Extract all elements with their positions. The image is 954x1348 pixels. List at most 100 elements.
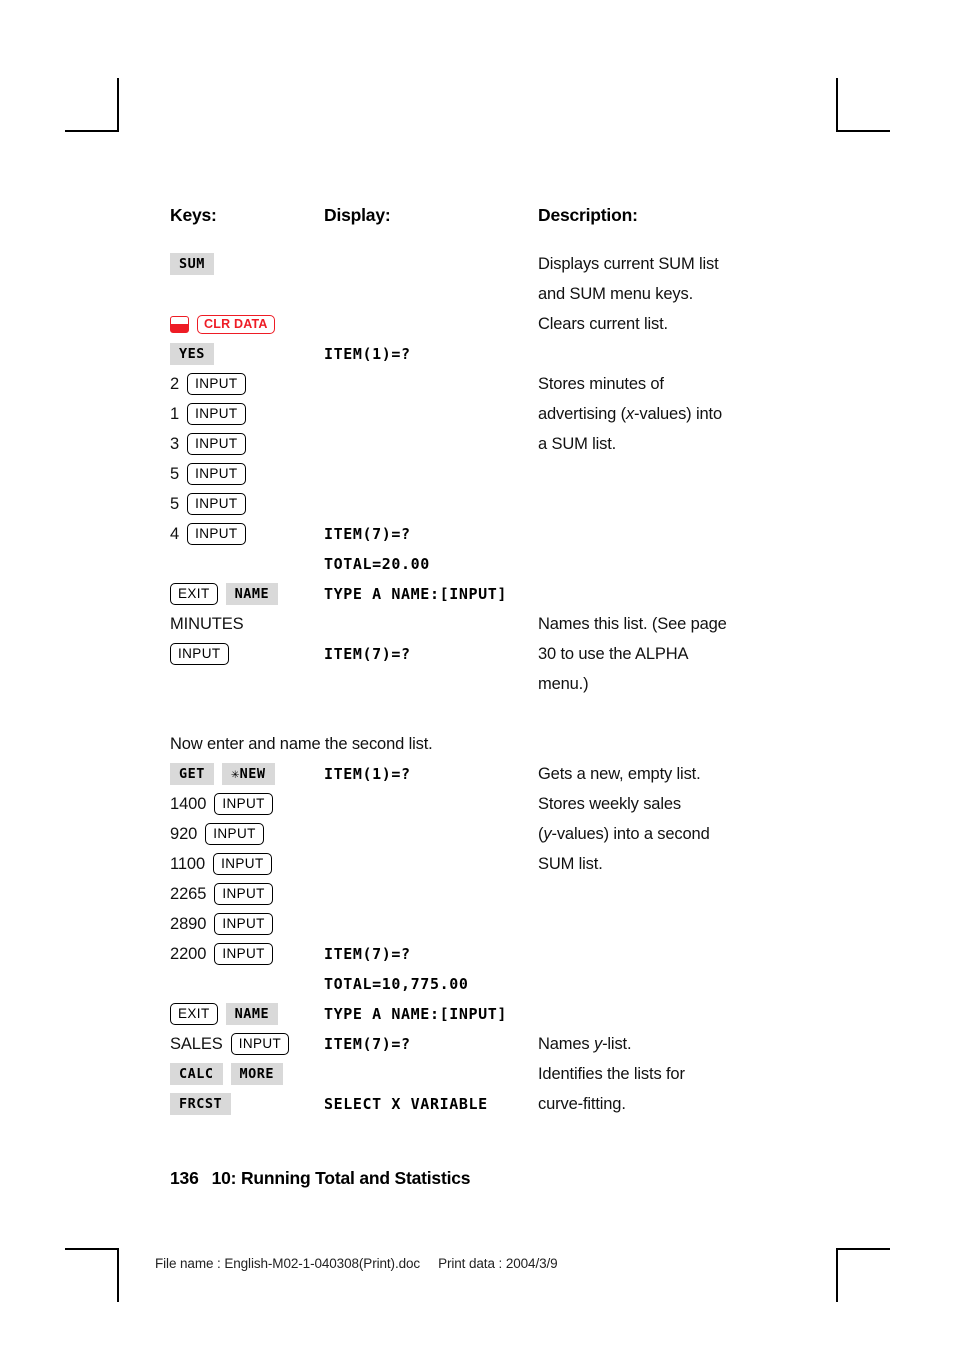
key-input[interactable]: INPUT	[187, 523, 246, 545]
key-input[interactable]: INPUT	[214, 913, 273, 935]
key-input[interactable]: INPUT	[187, 403, 246, 425]
table-row: and SUM menu keys.	[170, 279, 810, 309]
crop-mark-top-right-vertical	[836, 78, 838, 132]
key-input[interactable]: INPUT	[187, 373, 246, 395]
crop-mark-bottom-right-horizontal	[836, 1248, 890, 1250]
entry-number: 2890	[170, 914, 207, 933]
entry-number: 3	[170, 434, 180, 453]
key-sequence: SALES INPUT	[170, 1029, 320, 1059]
table-row: 1100 INPUT SUM list.	[170, 849, 810, 879]
table-row: 1400 INPUT Stores weekly sales	[170, 789, 810, 819]
table-row: 920 INPUT (y-values) into a second	[170, 819, 810, 849]
table-row: SUM Displays current SUM list	[170, 249, 810, 279]
softkey-name[interactable]: NAME	[225, 1003, 279, 1025]
display-line: ITEM(7)=?	[324, 945, 411, 963]
table-row: CALC MORE Identifies the lists for	[170, 1059, 810, 1089]
display-line: TYPE A NAME:[INPUT]	[324, 585, 507, 603]
entry-number: 4	[170, 524, 180, 543]
column-header-display: Display:	[324, 205, 391, 225]
key-sequence: GET ✳NEW	[170, 759, 320, 789]
key-input[interactable]: INPUT	[214, 793, 273, 815]
display-line: SELECT X VARIABLE	[324, 1095, 488, 1113]
shift-key-icon[interactable]	[170, 315, 189, 333]
key-sequence: 5 INPUT	[170, 489, 320, 519]
key-sequence: 2 INPUT	[170, 369, 320, 399]
typed-text-minutes: MINUTES	[170, 615, 244, 633]
key-input[interactable]: INPUT	[213, 853, 272, 875]
key-sequence: 4 INPUT	[170, 519, 320, 549]
key-input[interactable]: INPUT	[170, 643, 229, 665]
table-row: TOTAL=10,775.00	[170, 969, 810, 999]
key-exit[interactable]: EXIT	[170, 583, 218, 605]
table-row: GET ✳NEW ITEM(1)=? Gets a new, empty lis…	[170, 759, 810, 789]
key-sequence: 2200 INPUT	[170, 939, 320, 969]
print-data-label: Print data : 2004/3/9	[438, 1256, 558, 1271]
crop-mark-bottom-left-horizontal	[65, 1248, 119, 1250]
softkey-new[interactable]: ✳NEW	[222, 763, 275, 785]
entry-number: 5	[170, 464, 180, 483]
entry-number: 920	[170, 824, 198, 843]
key-sequence: CLR DATA	[170, 309, 320, 339]
softkey-more[interactable]: MORE	[230, 1063, 284, 1085]
display-line: ITEM(1)=?	[324, 765, 411, 783]
softkey-yes[interactable]: YES	[170, 343, 214, 365]
key-sequence: EXIT NAME	[170, 999, 320, 1029]
table-row: 2265 INPUT	[170, 879, 810, 909]
display-line: ITEM(7)=?	[324, 1035, 411, 1053]
display-line: TOTAL=20.00	[324, 555, 430, 573]
key-input[interactable]: INPUT	[187, 493, 246, 515]
entry-number: 5	[170, 494, 180, 513]
description-part: advertising (	[538, 405, 626, 423]
key-sequence: 2890 INPUT	[170, 909, 320, 939]
description-part: -values) into a second	[551, 825, 710, 843]
entry-number: 1100	[170, 854, 206, 873]
key-sequence: 1 INPUT	[170, 399, 320, 429]
key-input[interactable]: INPUT	[230, 1033, 290, 1055]
table-header-row: Keys: Display: Description:	[170, 205, 810, 249]
softkey-get[interactable]: GET	[170, 763, 214, 785]
key-clr-data[interactable]: CLR DATA	[197, 314, 275, 334]
key-input[interactable]: INPUT	[205, 823, 264, 845]
table-row: 2890 INPUT	[170, 909, 810, 939]
key-sequence: 2265 INPUT	[170, 879, 320, 909]
key-input[interactable]: INPUT	[214, 883, 273, 905]
description-text: Names this list. (See page	[538, 615, 727, 633]
column-header-keys: Keys:	[170, 205, 217, 225]
narrative-text: Now enter and name the second list.	[170, 735, 433, 753]
key-input[interactable]: INPUT	[187, 433, 246, 455]
key-sequence-empty	[170, 279, 320, 309]
key-sequence: EXIT NAME	[170, 579, 320, 609]
description-text: Identifies the lists for	[538, 1065, 685, 1083]
crop-mark-top-right-horizontal	[836, 130, 890, 132]
crop-mark-top-left-vertical	[117, 78, 119, 132]
table-row: TOTAL=20.00	[170, 549, 810, 579]
entry-number: 2265	[170, 884, 207, 903]
key-input[interactable]: INPUT	[214, 943, 273, 965]
description-text: Displays current SUM list	[538, 255, 719, 273]
display-line: ITEM(7)=?	[324, 645, 411, 663]
description-text: menu.)	[538, 675, 589, 693]
description-text: Stores weekly sales	[538, 795, 681, 813]
table-row: SALES INPUT ITEM(7)=? Names y-list.	[170, 1029, 810, 1059]
softkey-name[interactable]: NAME	[225, 583, 279, 605]
description-part: -values) into	[634, 405, 722, 423]
softkey-frcst[interactable]: FRCST	[170, 1093, 232, 1115]
typed-text-sales: SALES	[170, 1035, 223, 1053]
key-sequence-empty	[170, 549, 320, 579]
display-line: TOTAL=10,775.00	[324, 975, 469, 993]
key-sequence: YES	[170, 339, 320, 369]
variable-x: x	[625, 405, 635, 423]
table-row: EXIT NAME TYPE A NAME:[INPUT]	[170, 999, 810, 1029]
description-text: Clears current list.	[538, 315, 668, 333]
description-text: a SUM list.	[538, 435, 617, 453]
crop-mark-top-left-horizontal	[65, 130, 119, 132]
key-sequence: 920 INPUT	[170, 819, 320, 849]
softkey-calc[interactable]: CALC	[170, 1063, 223, 1085]
key-exit[interactable]: EXIT	[170, 1003, 218, 1025]
entry-number: 2200	[170, 944, 207, 963]
description-text: 30 to use the ALPHA	[538, 645, 689, 663]
entry-number: 1	[170, 404, 180, 423]
description-text: Stores minutes of	[538, 375, 664, 393]
softkey-sum[interactable]: SUM	[170, 253, 214, 275]
key-input[interactable]: INPUT	[187, 463, 246, 485]
